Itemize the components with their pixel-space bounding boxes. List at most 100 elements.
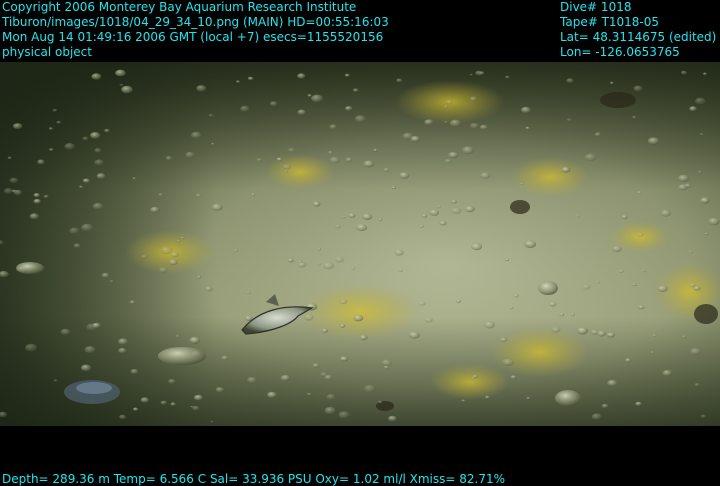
pebble [607,379,618,387]
pebble [247,76,254,81]
pebble [513,293,519,298]
pebble [236,80,240,83]
pebble [251,193,256,196]
pebble [11,189,17,193]
pebble [210,420,214,423]
pebble [437,205,442,208]
pebble [693,285,701,291]
video-frame: Copyright 2006 Monterey Bay Aquarium Res… [0,0,720,486]
pebble [383,167,390,172]
pebble [247,376,257,384]
pebble [338,411,350,419]
pebble [682,335,686,338]
pebble [195,193,202,198]
pebble [456,299,461,303]
pebble [240,105,250,112]
pebble [49,148,54,151]
pebble [559,313,565,317]
pebble [638,305,645,310]
pebble [175,334,180,338]
pebble [354,115,366,123]
pebble [133,407,139,411]
pebble [121,85,133,94]
pebble [53,379,58,382]
pebble [158,193,164,197]
pebble [689,106,697,112]
pebble [469,122,479,129]
pebble [221,355,229,361]
pebble [90,132,101,139]
pebble [37,159,45,165]
pebble [92,202,103,210]
pebble [168,379,176,384]
pebble [118,347,127,354]
pebble [520,182,524,186]
pebble [521,106,531,114]
pebble [189,336,201,344]
pebble [33,198,41,204]
pebble [391,186,397,189]
pebble [276,157,283,162]
pebble [647,137,660,145]
pebble [551,326,561,333]
pebble [12,123,23,130]
pebble [246,291,251,294]
pebble [439,220,447,226]
pebble [632,283,637,287]
pebble [418,300,426,306]
pebble [450,207,462,215]
pebble [591,413,602,420]
pebble [505,258,510,261]
pebble [446,100,453,105]
pebble [500,337,508,343]
pebble [43,194,49,199]
pebble [64,143,75,150]
pebble [192,405,200,411]
pebble [621,214,628,220]
pebble [176,239,181,243]
pebble [141,254,148,259]
pebble [479,124,488,130]
datetime-esecs: Mon Aug 14 01:49:16 2006 GMT (local +7) … [2,30,384,44]
pebble [611,245,622,253]
pebble [33,193,40,198]
longitude: Lon= -126.0653765 [560,45,680,59]
pebble [322,328,328,333]
pebble [567,118,572,122]
pebble [689,347,702,356]
pebble [170,252,179,258]
pebble [378,400,383,404]
pebble [132,177,136,180]
pebble [215,387,225,393]
pebble [196,275,202,279]
pebble [363,384,376,393]
pebble [594,132,601,137]
pebble [52,108,58,112]
pebble [678,184,688,191]
pebble [328,150,333,155]
pebble [657,285,668,292]
pebble [388,415,397,422]
pebble [56,120,61,124]
pebble [509,306,514,310]
pebble [610,81,614,84]
pebble [429,209,439,216]
pebble [469,96,478,102]
pebble [345,157,353,162]
pebble [681,70,687,75]
pebble [340,356,349,362]
pebble [297,109,306,115]
pebble [115,69,126,77]
pebble [662,369,673,377]
sensor-readout: Depth= 289.36 m Temp= 6.566 C Sal= 33.93… [2,472,506,486]
pebble [29,213,39,220]
pebble [7,156,12,160]
pebble [84,346,96,354]
pebble [303,314,314,321]
pebble [9,177,19,184]
pebble [118,338,128,345]
pebble [306,392,312,396]
pebble [208,114,213,117]
pebble [342,216,346,219]
pebble [524,240,536,248]
